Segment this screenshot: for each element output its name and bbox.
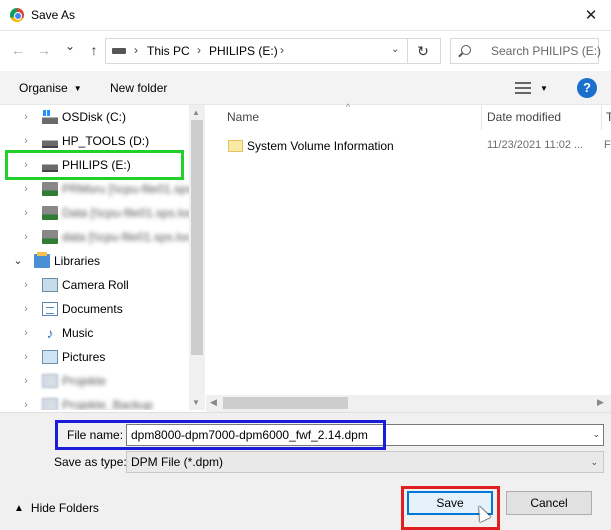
- drive-icon: [42, 134, 58, 148]
- scrollbar-thumb[interactable]: [223, 397, 348, 409]
- chevron-right-icon[interactable]: ›: [21, 350, 31, 364]
- column-header-name[interactable]: Name: [227, 110, 259, 124]
- chevron-right-icon[interactable]: ›: [21, 278, 31, 292]
- address-bar[interactable]: › This PC › PHILIPS (E:) › ⌄ ↻: [105, 38, 441, 64]
- address-dropdown-icon[interactable]: ⌄: [391, 44, 399, 55]
- column-header-date-modified[interactable]: Date modified: [487, 110, 561, 124]
- chevron-right-icon[interactable]: ›: [21, 134, 31, 148]
- navigation-pane-scrollbar[interactable]: ▲ ▼: [189, 105, 205, 410]
- pictures-icon: [42, 350, 58, 364]
- caret-down-icon: ▼: [73, 84, 82, 93]
- chevron-right-icon[interactable]: ›: [21, 230, 31, 244]
- tree-item-network-drive[interactable]: › Data [\\cpu-file01.sps.loc: [0, 201, 189, 225]
- tree-item-osdisk[interactable]: › OSDisk (C:): [0, 105, 189, 129]
- music-icon: ♪: [46, 325, 54, 341]
- organise-button[interactable]: Organise ▼: [19, 81, 82, 95]
- recent-locations-chevron-icon[interactable]: ⌄: [61, 37, 79, 55]
- network-drive-icon: [42, 182, 58, 196]
- close-icon[interactable]: ✕: [571, 0, 611, 31]
- command-bar: Organise ▼ New folder ▼ ?: [0, 71, 611, 105]
- tree-item-pictures[interactable]: › Pictures: [0, 345, 189, 369]
- network-drive-icon: [42, 230, 58, 244]
- chevron-right-icon[interactable]: ›: [21, 398, 31, 410]
- tree-item-documents[interactable]: › Documents: [0, 297, 189, 321]
- hide-folders-button[interactable]: ▲ Hide Folders: [14, 501, 99, 515]
- search-box[interactable]: Search PHILIPS (E:): [450, 38, 602, 64]
- file-name-cell: System Volume Information: [247, 139, 394, 153]
- save-as-type-value: DPM File (*.dpm): [131, 455, 224, 469]
- scroll-left-icon[interactable]: ◀: [210, 397, 217, 408]
- breadcrumb-philips[interactable]: PHILIPS (E:): [209, 44, 278, 58]
- scroll-up-icon[interactable]: ▲: [192, 108, 200, 117]
- chevron-right-icon[interactable]: ›: [21, 182, 31, 196]
- file-list: ^ Name Date modified T System Volume Inf…: [206, 102, 611, 395]
- chevron-down-icon[interactable]: ⌄: [590, 457, 598, 468]
- caret-up-icon: ▲: [14, 503, 24, 514]
- scroll-down-icon[interactable]: ▼: [192, 398, 200, 407]
- view-caret-down-icon[interactable]: ▼: [540, 84, 548, 93]
- network-drive-icon: [42, 206, 58, 220]
- chevron-right-icon[interactable]: ›: [21, 326, 31, 340]
- refresh-icon[interactable]: ↻: [411, 42, 435, 60]
- documents-icon: [42, 302, 58, 316]
- navigation-bar: ← → ⌄ ↑ › This PC › PHILIPS (E:) › ⌄ ↻ S…: [0, 31, 611, 71]
- title-bar: Save As ✕: [0, 0, 611, 31]
- library-folder-icon: [42, 398, 58, 410]
- libraries-icon: [34, 252, 50, 268]
- chevron-down-icon[interactable]: ⌄: [592, 429, 600, 440]
- tree-item-camera-roll[interactable]: › Camera Roll: [0, 273, 189, 297]
- view-options-icon[interactable]: [515, 81, 531, 95]
- cancel-button[interactable]: Cancel: [506, 491, 592, 515]
- drive-icon: [112, 48, 126, 54]
- save-form-area: File name: dpm8000-dpm7000-dpm6000_fwf_2…: [0, 412, 611, 530]
- folder-icon: [228, 140, 243, 152]
- chevron-right-icon[interactable]: ›: [21, 206, 31, 220]
- chrome-app-icon: [10, 8, 24, 22]
- breadcrumb-separator-icon: ›: [134, 43, 138, 57]
- navigation-pane: › OSDisk (C:) › HP_TOOLS (D:) › PHILIPS …: [0, 105, 189, 410]
- tree-item-library-folder[interactable]: › Projekte: [0, 369, 189, 393]
- column-header-type[interactable]: T: [606, 110, 611, 124]
- file-date-cell: 11/23/2021 11:02 ...: [487, 139, 584, 151]
- search-placeholder: Search PHILIPS (E:): [491, 44, 602, 58]
- save-as-type-select[interactable]: DPM File (*.dpm) ⌄: [126, 451, 604, 473]
- new-folder-button[interactable]: New folder: [110, 81, 167, 95]
- back-arrow-icon[interactable]: ←: [9, 41, 27, 59]
- window-title: Save As: [31, 8, 76, 22]
- tree-item-music[interactable]: › ♪ Music: [0, 321, 189, 345]
- tree-item-library-folder[interactable]: › Projekte_Backup: [0, 393, 189, 410]
- tree-item-network-drive[interactable]: › PRMsru [\\cpu-file01.sps: [0, 177, 189, 201]
- tree-item-network-drive[interactable]: › data [\\cpu-file01.sps.loc: [0, 225, 189, 249]
- search-icon: [461, 45, 471, 55]
- file-type-cell: F: [604, 139, 611, 151]
- sort-ascending-icon: ^: [346, 102, 351, 112]
- chevron-down-icon[interactable]: ⌄: [13, 254, 23, 268]
- breadcrumb-separator-icon: ›: [197, 43, 201, 57]
- green-highlight-box: [5, 150, 184, 180]
- help-icon[interactable]: ?: [577, 78, 597, 98]
- blue-highlight-box: [55, 420, 386, 450]
- chevron-right-icon[interactable]: ›: [21, 302, 31, 316]
- breadcrumb-separator-icon: ›: [280, 43, 284, 57]
- os-drive-icon: [42, 110, 58, 124]
- scroll-right-icon[interactable]: ▶: [597, 397, 604, 408]
- camera-roll-icon: [42, 278, 58, 292]
- save-as-type-label: Save as type:: [54, 455, 127, 469]
- forward-arrow-icon[interactable]: →: [35, 41, 53, 59]
- file-list-horizontal-scrollbar[interactable]: ◀ ▶: [206, 395, 611, 412]
- tree-item-libraries[interactable]: ⌄ Libraries: [0, 249, 189, 273]
- breadcrumb-this-pc[interactable]: This PC: [147, 44, 190, 58]
- library-folder-icon: [42, 374, 58, 388]
- chevron-right-icon[interactable]: ›: [21, 110, 31, 124]
- up-arrow-icon[interactable]: ↑: [85, 41, 103, 59]
- scrollbar-thumb[interactable]: [191, 120, 203, 355]
- chevron-right-icon[interactable]: ›: [21, 374, 31, 388]
